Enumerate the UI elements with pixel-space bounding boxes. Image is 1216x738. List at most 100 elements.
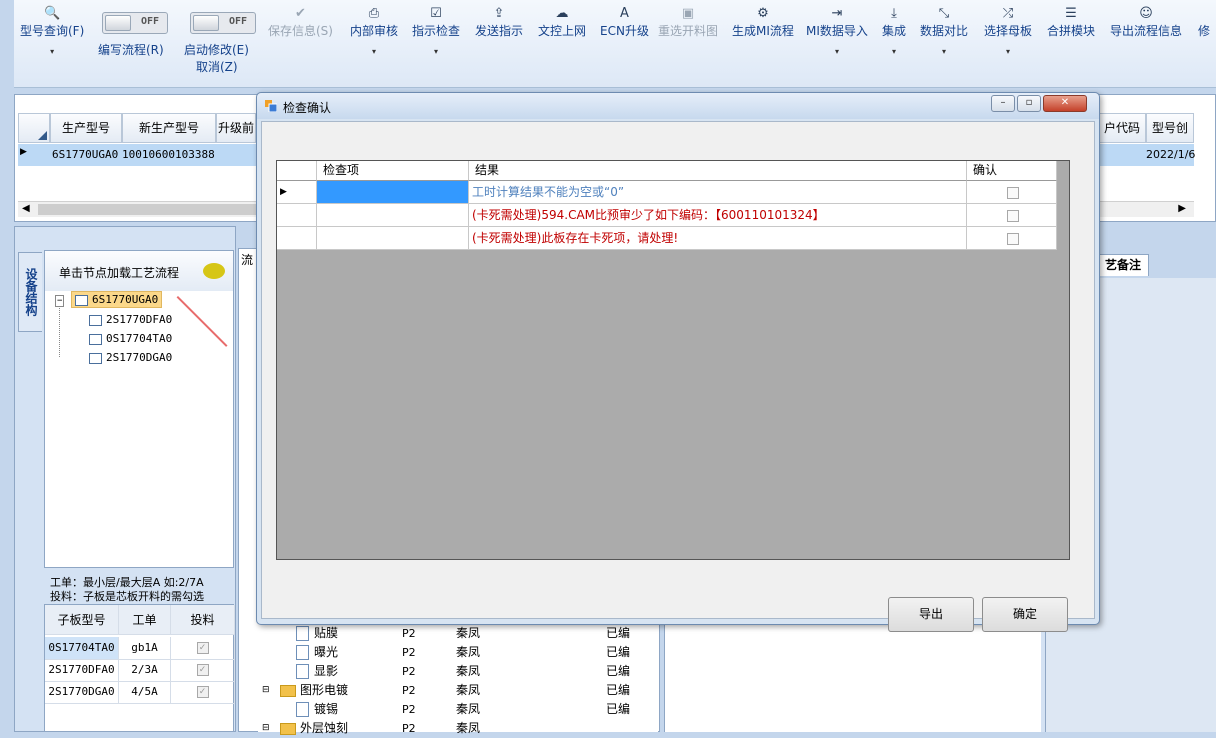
tab-device-structure[interactable]: 设备结构 bbox=[18, 252, 42, 332]
node-icon bbox=[89, 352, 102, 364]
sub-model-cell[interactable]: 0S17704TA0 bbox=[45, 637, 119, 660]
col-check-item[interactable]: 检查项 bbox=[317, 161, 469, 181]
sub-model-cell[interactable]: 2S1770DGA0 bbox=[45, 681, 119, 704]
document-icon bbox=[296, 626, 309, 641]
checkbox-icon: ☑ bbox=[430, 6, 442, 21]
folder-icon bbox=[280, 685, 296, 697]
col-sub-model[interactable]: 子板型号 bbox=[45, 605, 119, 635]
order-cell[interactable]: 4/5A bbox=[119, 681, 171, 704]
scroll-left-icon[interactable]: ◀ bbox=[22, 203, 30, 214]
confirm-cell[interactable] bbox=[967, 227, 1057, 250]
ok-button[interactable]: 确定 bbox=[982, 597, 1068, 632]
collapse-icon[interactable]: ⊟ bbox=[262, 681, 270, 700]
result-cell[interactable]: 工时计算结果不能为空或“0” bbox=[469, 181, 967, 204]
edit-button[interactable]: 修 bbox=[1198, 6, 1210, 39]
start-edit-label: 启动修改(E) bbox=[184, 43, 249, 57]
ecn-upgrade-button[interactable]: A ECN升级 bbox=[600, 6, 649, 39]
row-header[interactable] bbox=[277, 204, 317, 227]
tab-flow[interactable]: 流 bbox=[241, 251, 253, 268]
feed-checkbox[interactable]: ✓ bbox=[196, 664, 209, 676]
internal-review-button[interactable]: ⎙ 内部审核 ▾ bbox=[350, 6, 398, 56]
collapse-icon[interactable]: − bbox=[55, 295, 65, 307]
chevron-down-icon[interactable]: ▾ bbox=[412, 47, 460, 56]
data-compare-button[interactable]: ⤡ 数据对比 ▾ bbox=[920, 6, 968, 56]
feed-cell[interactable]: ✓ bbox=[171, 637, 235, 660]
send-instruction-button[interactable]: ⇪ 发送指示 bbox=[475, 6, 523, 39]
chevron-down-icon[interactable]: ▾ bbox=[984, 47, 1032, 56]
document-icon bbox=[296, 645, 309, 660]
feed-checkbox[interactable]: ✓ bbox=[196, 686, 209, 698]
export-flow-info-button[interactable]: ☺ 导出流程信息 bbox=[1110, 6, 1182, 39]
confirm-checkbox[interactable] bbox=[1007, 186, 1019, 199]
col-result[interactable]: 结果 bbox=[469, 161, 967, 181]
image-icon: ▣ bbox=[681, 6, 695, 21]
instruction-check-button[interactable]: ☑ 指示检查 ▾ bbox=[412, 6, 460, 56]
gears-icon: ⚙ bbox=[757, 6, 769, 21]
tree-node-child[interactable]: 2S1770DGA0 bbox=[89, 351, 172, 364]
col-confirm[interactable]: 确认 bbox=[967, 161, 1057, 181]
dialog-titlebar[interactable]: 检查确认 – ▫ ✕ bbox=[257, 93, 1099, 119]
document-icon bbox=[296, 664, 309, 679]
dialog-body: 检查项 结果 确认 ▶ 工时计算结果不能为空或“0” (卡死需处理)594.CA… bbox=[261, 121, 1095, 632]
confirm-checkbox[interactable] bbox=[1007, 232, 1019, 245]
reselect-cutting-button[interactable]: ▣ 重选开料图 bbox=[658, 6, 718, 39]
tab-process-notes[interactable]: 艺备注 bbox=[1097, 254, 1149, 276]
check-item-cell[interactable] bbox=[317, 227, 469, 250]
close-button[interactable]: ✕ bbox=[1043, 95, 1087, 112]
check-item-cell[interactable] bbox=[317, 204, 469, 227]
confirm-cell[interactable] bbox=[967, 181, 1057, 204]
tree-node-root[interactable]: − 6S1770UGA0 bbox=[55, 291, 163, 308]
tree-node-child[interactable]: 2S1770DFA0 bbox=[89, 313, 172, 326]
order-cell[interactable]: gb1A bbox=[119, 637, 171, 660]
col-prod-model[interactable]: 生产型号 bbox=[50, 113, 122, 143]
chevron-down-icon[interactable]: ▾ bbox=[806, 47, 868, 56]
check-item-cell[interactable] bbox=[317, 181, 469, 204]
node-icon bbox=[75, 294, 89, 306]
grid-corner bbox=[18, 113, 50, 143]
tree-node-child[interactable]: 0S17704TA0 bbox=[89, 332, 172, 345]
chevron-down-icon[interactable]: ▾ bbox=[920, 47, 968, 56]
col-order[interactable]: 工单 bbox=[119, 605, 171, 635]
chevron-down-icon[interactable]: ▾ bbox=[350, 47, 398, 56]
chevron-down-icon[interactable]: ▾ bbox=[20, 47, 84, 56]
confirm-cell[interactable] bbox=[967, 204, 1057, 227]
col-new-model[interactable]: 新生产型号 bbox=[122, 113, 216, 143]
model-query-button[interactable]: 🔍 型号查询(F) ▾ bbox=[20, 6, 84, 56]
minimize-button[interactable]: – bbox=[991, 95, 1015, 112]
export-button[interactable]: 导出 bbox=[888, 597, 974, 632]
feed-checkbox[interactable]: ✓ bbox=[196, 642, 209, 654]
col-model-created[interactable]: 型号创 bbox=[1146, 113, 1194, 143]
mi-data-import-button[interactable]: ⇥ MI数据导入 ▾ bbox=[806, 6, 868, 56]
save-info-button[interactable]: ✔ 保存信息(S) bbox=[268, 6, 333, 39]
merge-module-button[interactable]: ☰ 合拼模块 bbox=[1047, 6, 1095, 39]
write-flow-toggle[interactable]: OFF bbox=[102, 12, 168, 34]
confirm-checkbox[interactable] bbox=[1007, 209, 1019, 222]
collapse-icon[interactable]: ⊟ bbox=[262, 719, 270, 738]
col-before-upgrade[interactable]: 升级前 bbox=[216, 113, 256, 143]
select-mother-board-button[interactable]: ⤮ 选择母板 ▾ bbox=[984, 6, 1032, 56]
document-icon bbox=[296, 702, 309, 717]
col-feed[interactable]: 投料 bbox=[171, 605, 235, 635]
row-header[interactable]: ▶ bbox=[277, 181, 317, 204]
maximize-button[interactable]: ▫ bbox=[1017, 95, 1041, 112]
generate-mi-flow-button[interactable]: ⚙ 生成MI流程 bbox=[732, 6, 794, 39]
row-header[interactable] bbox=[277, 227, 317, 250]
result-cell[interactable]: (卡死需处理)此板存在卡死项，请处理! bbox=[469, 227, 967, 250]
start-edit-toggle[interactable]: OFF bbox=[190, 12, 256, 34]
integrate-button[interactable]: ⤓ 集成 ▾ bbox=[882, 6, 906, 56]
comment-icon[interactable] bbox=[203, 263, 225, 279]
check-grid: 检查项 结果 确认 ▶ 工时计算结果不能为空或“0” (卡死需处理)594.CA… bbox=[276, 160, 1070, 560]
process-list: 贴膜 P2 秦凤 已编 曝光 P2 秦凤 已编 显影 P2 秦凤 已编 ⊟ 图形… bbox=[258, 624, 658, 735]
result-cell[interactable]: (卡死需处理)594.CAM比预审少了如下编码：【600110101324】 bbox=[469, 204, 967, 227]
node-icon bbox=[89, 314, 102, 326]
chevron-down-icon[interactable]: ▾ bbox=[882, 47, 906, 56]
feed-cell[interactable]: ✓ bbox=[171, 659, 235, 682]
order-cell[interactable]: 2/3A bbox=[119, 659, 171, 682]
doc-control-online-button[interactable]: ☁ 文控上网 bbox=[538, 6, 586, 39]
sub-model-cell[interactable]: 2S1770DFA0 bbox=[45, 659, 119, 682]
scroll-right-icon[interactable]: ▶ bbox=[1178, 203, 1186, 214]
feed-cell[interactable]: ✓ bbox=[171, 681, 235, 704]
col-customer-code[interactable]: 户代码 bbox=[1098, 113, 1146, 143]
cancel-label[interactable]: 取消(Z) bbox=[196, 58, 238, 75]
check-confirm-dialog: 检查确认 – ▫ ✕ 检查项 结果 确认 ▶ 工时计算结果不能为空或“0” (卡… bbox=[256, 92, 1100, 632]
